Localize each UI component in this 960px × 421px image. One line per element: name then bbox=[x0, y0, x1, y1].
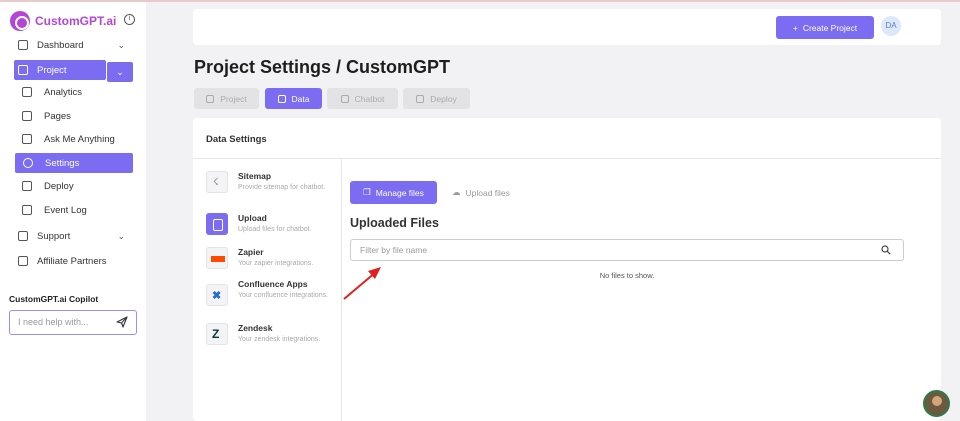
upload-files-label: Upload files bbox=[465, 187, 510, 198]
tab-label: Chatbot bbox=[354, 93, 385, 104]
create-project-label: Create Project bbox=[802, 22, 858, 33]
upload-file-icon bbox=[206, 213, 228, 235]
handshake-icon bbox=[18, 256, 28, 266]
chevron-down-icon: ⌄ bbox=[117, 230, 125, 241]
zapier-icon bbox=[206, 247, 228, 269]
database-icon bbox=[22, 111, 32, 121]
clipboard-icon bbox=[18, 65, 28, 75]
user-avatar[interactable]: DA bbox=[881, 16, 901, 36]
source-desc: Your zendesk integrations. bbox=[238, 336, 321, 343]
top-bar: + Create Project DA bbox=[193, 9, 941, 45]
chevron-down-icon: ⌄ bbox=[117, 39, 125, 50]
manage-files-button[interactable]: ❐ Manage files bbox=[350, 181, 437, 204]
sidebar-item-label: Project bbox=[37, 64, 67, 76]
sidebar-item-label: Affiliate Partners bbox=[37, 255, 107, 267]
sidebar-item-dashboard[interactable]: Dashboard ⌄ bbox=[14, 35, 133, 55]
sidebar-item-support[interactable]: Support ⌄ bbox=[14, 226, 133, 246]
sidebar-item-label: Analytics bbox=[44, 86, 83, 98]
source-name: Zendesk bbox=[238, 323, 273, 333]
chevron-down-icon: ⌄ bbox=[116, 67, 124, 77]
source-confluence[interactable]: ✖ Confluence Apps Your confluence integr… bbox=[206, 279, 336, 313]
tab-label: Project bbox=[220, 93, 247, 104]
page-title: Project Settings / CustomGPT bbox=[194, 57, 451, 77]
rocket-icon bbox=[416, 94, 425, 103]
sidebar-item-analytics[interactable]: Analytics bbox=[14, 82, 133, 102]
tab-data[interactable]: Data bbox=[265, 88, 322, 109]
clipboard-icon bbox=[206, 94, 215, 103]
sidebar-item-settings[interactable]: Settings bbox=[15, 153, 133, 173]
sidebar-item-affiliate-partners[interactable]: Affiliate Partners bbox=[14, 251, 133, 271]
sidebar-item-deploy[interactable]: Deploy bbox=[14, 176, 133, 196]
zendesk-icon: Z bbox=[206, 323, 228, 345]
plus-icon: + bbox=[792, 22, 798, 33]
source-desc: Provide sitemap for chatbot. bbox=[238, 184, 326, 191]
chat-icon bbox=[22, 134, 32, 144]
tab-project[interactable]: Project bbox=[194, 88, 259, 109]
info-icon[interactable]: i bbox=[124, 14, 135, 25]
sidebar-item-label: Deploy bbox=[44, 180, 74, 192]
sidebar-item-label: Dashboard bbox=[37, 39, 84, 51]
sidebar-item-label: Support bbox=[37, 230, 71, 242]
source-upload[interactable]: Upload Upload files for chatbot. bbox=[206, 213, 336, 247]
tab-label: Deploy bbox=[430, 93, 457, 104]
headset-icon bbox=[18, 231, 28, 241]
source-name: Sitemap bbox=[238, 171, 272, 181]
database-icon bbox=[277, 94, 286, 103]
tab-label: Data bbox=[291, 93, 310, 104]
tab-chatbot[interactable]: Chatbot bbox=[327, 88, 398, 109]
sidebar: CustomGPT.ai i Dashboard ⌄ Project ⌄ Ana… bbox=[0, 2, 146, 421]
support-chat-avatar[interactable] bbox=[923, 390, 950, 417]
card-header: Data Settings bbox=[193, 118, 941, 159]
bar-chart-icon bbox=[22, 87, 32, 97]
sidebar-item-label: Settings bbox=[45, 157, 80, 169]
sidebar-item-event-log[interactable]: Event Log bbox=[14, 200, 133, 220]
data-settings-card: Data Settings ☇ Sitemap Provide sitemap … bbox=[193, 118, 941, 421]
sidebar-item-label: Event Log bbox=[44, 204, 87, 216]
annotation-arrow-icon bbox=[343, 267, 381, 300]
manage-files-label: Manage files bbox=[375, 187, 424, 198]
send-icon[interactable] bbox=[116, 316, 128, 328]
brain-logo-icon bbox=[10, 11, 30, 31]
data-settings-title: Data Settings bbox=[206, 134, 267, 145]
files-icon: ❐ bbox=[363, 187, 371, 197]
search-icon[interactable] bbox=[881, 245, 891, 255]
source-zapier[interactable]: Zapier Your zapier integrations. bbox=[206, 247, 336, 281]
sidebar-item-project[interactable]: Project bbox=[14, 60, 106, 80]
source-zendesk[interactable]: Z Zendesk Your zendesk integrations. bbox=[206, 323, 336, 357]
tab-deploy[interactable]: Deploy bbox=[403, 88, 470, 109]
copilot-title: CustomGPT.ai Copilot bbox=[9, 294, 99, 304]
copilot-input[interactable] bbox=[10, 311, 110, 333]
sitemap-icon: ☇ bbox=[206, 171, 228, 193]
chat-icon bbox=[340, 94, 349, 103]
home-icon bbox=[18, 40, 28, 50]
source-name: Confluence Apps bbox=[238, 279, 308, 289]
sidebar-item-label: Pages bbox=[44, 110, 71, 122]
rocket-icon bbox=[22, 181, 32, 191]
create-project-button[interactable]: + Create Project bbox=[776, 16, 874, 39]
sidebar-item-pages[interactable]: Pages bbox=[14, 106, 133, 126]
source-sitemap[interactable]: ☇ Sitemap Provide sitemap for chatbot. bbox=[206, 171, 336, 205]
copilot-box bbox=[9, 310, 137, 335]
brand-name: CustomGPT.ai bbox=[35, 14, 117, 28]
sidebar-item-ask-me-anything[interactable]: Ask Me Anything bbox=[14, 129, 133, 149]
empty-state-text: No files to show. bbox=[599, 271, 655, 280]
source-desc: Upload files for chatbot. bbox=[238, 226, 312, 233]
source-name: Zapier bbox=[238, 247, 264, 257]
sidebar-item-label: Ask Me Anything bbox=[44, 133, 115, 145]
brand[interactable]: CustomGPT.ai bbox=[10, 11, 116, 31]
calendar-icon bbox=[22, 205, 32, 215]
confluence-icon: ✖ bbox=[206, 284, 228, 306]
uploaded-files-title: Uploaded Files bbox=[350, 216, 439, 230]
filter-input[interactable] bbox=[351, 240, 851, 260]
upload-files-button[interactable]: ☁ Upload files bbox=[452, 181, 510, 204]
cloud-upload-icon: ☁ bbox=[452, 187, 461, 197]
source-desc: Your zapier integrations. bbox=[238, 260, 314, 267]
filter-box bbox=[350, 239, 904, 261]
source-desc: Your confluence integrations. bbox=[238, 292, 329, 299]
source-name: Upload bbox=[238, 213, 267, 223]
project-expand-toggle[interactable]: ⌄ bbox=[107, 62, 133, 82]
gear-icon bbox=[23, 158, 33, 168]
